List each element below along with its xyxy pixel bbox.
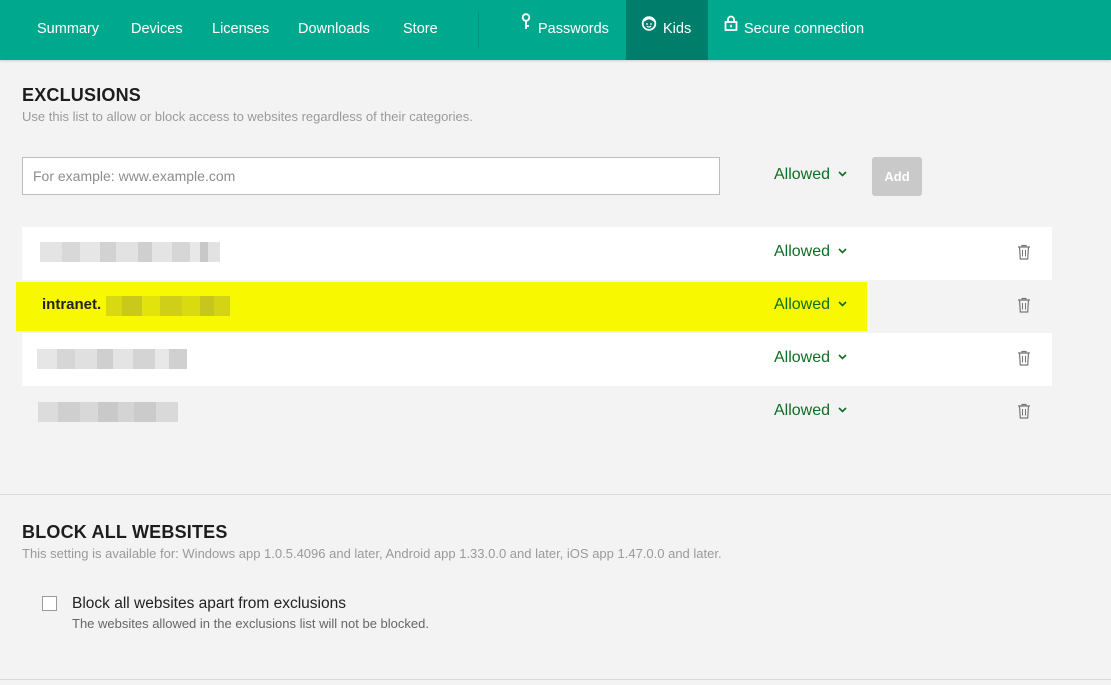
kids-icon xyxy=(641,0,657,56)
chevron-down-icon xyxy=(838,294,847,312)
nav-passwords[interactable]: Passwords xyxy=(520,0,609,60)
access-select-label: Allowed xyxy=(774,166,831,183)
nav-kids[interactable]: Kids xyxy=(626,0,708,60)
nav-passwords-label: Passwords xyxy=(538,21,609,37)
nav-kids-label: Kids xyxy=(663,21,692,37)
chevron-down-icon xyxy=(838,164,847,182)
nav-secure-connection[interactable]: Secure connection xyxy=(724,0,864,60)
delete-trash-icon[interactable] xyxy=(1017,350,1031,371)
lock-icon xyxy=(724,0,738,56)
website-input[interactable] xyxy=(22,157,720,195)
top-navigation: Summary Devices Licenses Downloads Store… xyxy=(0,0,1111,60)
nav-divider xyxy=(478,12,479,48)
bottom-divider xyxy=(0,679,1111,680)
chevron-down-icon xyxy=(838,400,847,418)
key-icon xyxy=(520,0,532,56)
block-all-checkbox-description: The websites allowed in the exclusions l… xyxy=(72,616,429,631)
nav-licenses[interactable]: Licenses xyxy=(212,0,269,60)
pixelated-url xyxy=(37,349,187,369)
row-access-label: Allowed xyxy=(774,402,831,419)
exclusions-title: EXCLUSIONS xyxy=(22,85,142,105)
nav-summary[interactable]: Summary xyxy=(37,0,99,60)
add-button[interactable]: Add xyxy=(872,157,922,196)
row-access-label: Allowed xyxy=(774,243,831,260)
nav-downloads[interactable]: Downloads xyxy=(298,0,370,60)
row-access-select[interactable]: Allowed xyxy=(774,243,847,261)
nav-secure-connection-label: Secure connection xyxy=(744,21,865,37)
row-access-label: Allowed xyxy=(774,349,831,366)
nav-devices[interactable]: Devices xyxy=(131,0,183,60)
chevron-down-icon xyxy=(838,347,847,365)
delete-trash-icon[interactable] xyxy=(1017,403,1031,424)
block-all-checkbox[interactable] xyxy=(42,596,57,611)
delete-trash-icon[interactable] xyxy=(1017,244,1031,265)
block-all-title: BLOCK ALL WEBSITES xyxy=(22,522,228,542)
chevron-down-icon xyxy=(838,241,847,259)
pixelated-url xyxy=(38,402,178,422)
delete-trash-icon[interactable] xyxy=(1017,297,1031,318)
exclusion-site-text: intranet. xyxy=(42,296,102,313)
row-access-select[interactable]: Allowed xyxy=(774,402,847,420)
access-select[interactable]: Allowed xyxy=(774,166,847,184)
exclusions-subtitle: Use this list to allow or block access t… xyxy=(22,109,473,124)
block-all-subtitle: This setting is available for: Windows a… xyxy=(22,546,722,561)
block-all-checkbox-label[interactable]: Block all websites apart from exclusions xyxy=(72,595,346,613)
nav-store[interactable]: Store xyxy=(403,0,438,60)
row-access-label: Allowed xyxy=(774,296,831,313)
row-access-select[interactable]: Allowed xyxy=(774,296,847,314)
pixelated-url xyxy=(40,242,220,262)
row-access-select[interactable]: Allowed xyxy=(774,349,847,367)
section-divider xyxy=(0,494,1111,495)
pixelated-url xyxy=(106,296,230,316)
